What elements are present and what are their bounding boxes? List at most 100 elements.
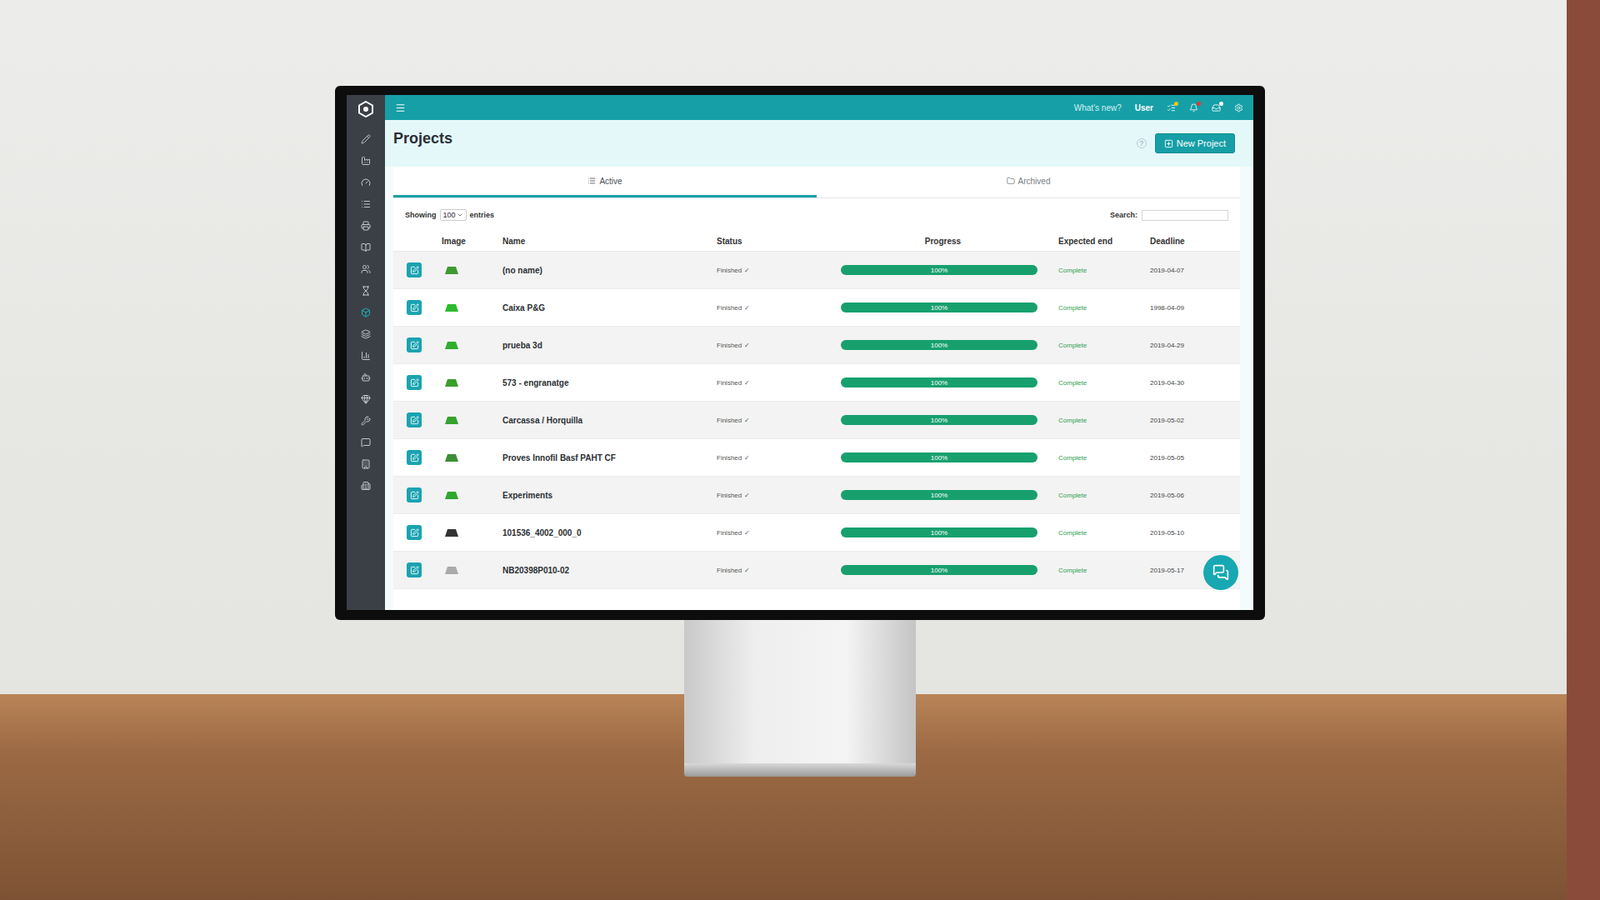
length-label: Showing xyxy=(405,210,437,220)
table-row[interactable]: prueba 3dFinished✓100%Complete2019-04-29 xyxy=(393,326,1240,365)
table-row[interactable]: (no name)Finished✓100%Complete2019-04-07 xyxy=(393,251,1240,290)
new-icon xyxy=(1164,139,1174,149)
progress-cell: 100% xyxy=(830,377,1055,388)
status-mark: ✓ xyxy=(744,341,750,350)
image-cell xyxy=(438,525,500,540)
project-thumbnail xyxy=(441,563,462,577)
notification-button[interactable] xyxy=(1166,103,1176,113)
expected-cell: Complete xyxy=(1055,529,1147,537)
chevron-icon xyxy=(456,211,464,219)
edit-button[interactable] xyxy=(406,337,422,353)
status-cell: Finished✓ xyxy=(713,454,831,462)
whats-new-link[interactable]: What's new? xyxy=(1074,103,1122,113)
column-header[interactable]: Image xyxy=(438,236,500,246)
table-row[interactable]: 101536_4002_000_0Finished✓100%Complete20… xyxy=(393,514,1240,552)
progress-cell: 100% xyxy=(830,452,1055,463)
sidebar-item[interactable] xyxy=(346,304,385,320)
project-thumbnail xyxy=(441,488,462,502)
notification-button[interactable] xyxy=(1211,103,1221,113)
project-thumbnail xyxy=(441,450,462,465)
sidebar-item[interactable] xyxy=(346,390,385,407)
settings-button[interactable] xyxy=(1234,103,1244,113)
edit-button[interactable] xyxy=(406,300,422,315)
column-header[interactable]: Expected end xyxy=(1055,236,1147,246)
sidebar-item[interactable] xyxy=(346,325,385,342)
deadline-cell: 2019-05-05 xyxy=(1146,454,1240,462)
image-cell xyxy=(438,488,500,502)
sidebar-item[interactable] xyxy=(346,369,385,385)
sidebar-item[interactable] xyxy=(346,434,385,450)
deadline-cell: 2019-04-07 xyxy=(1146,266,1240,275)
nav-icon xyxy=(360,372,371,383)
deadline-cell: 2019-04-30 xyxy=(1146,379,1240,387)
edit-icon xyxy=(410,265,420,275)
image-cell xyxy=(438,450,500,465)
name-cell: Experiments xyxy=(499,490,714,500)
sidebar-item[interactable] xyxy=(346,347,385,364)
user-menu[interactable]: User xyxy=(1135,103,1154,113)
edit-button[interactable] xyxy=(406,562,422,578)
edit-icon xyxy=(410,378,420,388)
edit-button[interactable] xyxy=(406,487,422,503)
nav-icon xyxy=(360,264,371,275)
column-header[interactable]: Name xyxy=(499,236,714,246)
progress-bar: 100% xyxy=(840,565,1038,575)
status-cell: Finished✓ xyxy=(713,529,831,537)
status-mark: ✓ xyxy=(744,454,750,462)
sidebar-item[interactable] xyxy=(346,477,385,494)
nav-icon xyxy=(360,459,371,470)
search: Search: xyxy=(1110,210,1229,221)
search-label: Search: xyxy=(1110,210,1138,220)
table-row[interactable]: Proves Innofil Basf PAHT CFFinished✓100%… xyxy=(393,439,1240,477)
sidebar-item[interactable] xyxy=(346,174,385,190)
deadline-cell: 2019-04-29 xyxy=(1146,341,1240,350)
table-row[interactable]: ExperimentsFinished✓100%Complete2019-05-… xyxy=(393,476,1240,515)
expected-cell: Complete xyxy=(1055,341,1147,350)
progress-cell: 100% xyxy=(830,265,1055,275)
chat-button[interactable] xyxy=(1203,555,1239,590)
expected-cell: Complete xyxy=(1055,379,1147,387)
table-row[interactable]: 573 - engranatgeFinished✓100%Complete201… xyxy=(393,364,1240,402)
sidebar-item[interactable] xyxy=(346,412,385,429)
edit-button[interactable] xyxy=(406,262,422,278)
table-row[interactable]: Caixa P&GFinished✓100%Complete1998-04-09 xyxy=(393,289,1240,327)
table-row[interactable]: Carcassa / HorquillaFinished✓100%Complet… xyxy=(393,401,1240,440)
edit-button[interactable] xyxy=(406,412,422,428)
tab[interactable]: Archived xyxy=(816,166,1240,198)
new-project-button[interactable]: New Project xyxy=(1155,133,1235,154)
status-mark: ✓ xyxy=(744,566,750,575)
edit-icon xyxy=(410,565,420,575)
sidebar-item[interactable] xyxy=(346,282,385,299)
edit-icon xyxy=(410,340,420,350)
notification-button[interactable] xyxy=(1189,103,1199,113)
menu-icon[interactable] xyxy=(395,102,406,114)
column-header[interactable]: Progress xyxy=(830,236,1055,246)
nav-icon xyxy=(360,329,371,340)
nav-icon xyxy=(360,415,371,426)
name-cell: Caixa P&G xyxy=(499,303,714,313)
search-input[interactable] xyxy=(1141,210,1229,221)
edit-button[interactable] xyxy=(406,375,422,390)
sidebar-item[interactable] xyxy=(346,152,385,169)
sidebar-item[interactable] xyxy=(346,260,385,277)
sidebar-item[interactable] xyxy=(346,239,385,255)
tab[interactable]: Active xyxy=(393,166,817,198)
edit-icon xyxy=(410,303,420,313)
column-header[interactable]: Status xyxy=(713,236,831,246)
edit-button[interactable] xyxy=(406,450,422,465)
sidebar-item[interactable] xyxy=(346,217,385,234)
help-button[interactable]: ? xyxy=(1136,138,1147,149)
status-cell: Finished✓ xyxy=(713,491,831,500)
column-header[interactable]: Deadline xyxy=(1146,236,1240,246)
logo-icon[interactable] xyxy=(356,100,375,119)
table-row[interactable]: NB20398P010-02Finished✓100%Complete2019-… xyxy=(393,551,1240,590)
status-cell: Finished✓ xyxy=(713,379,831,387)
sidebar-item[interactable] xyxy=(346,130,385,147)
image-cell xyxy=(438,338,500,352)
top-bar-right: What's new? User xyxy=(1074,103,1244,113)
progress-bar: 100% xyxy=(840,302,1038,313)
sidebar-item[interactable] xyxy=(346,455,385,472)
sidebar-item[interactable] xyxy=(346,195,385,212)
length-select[interactable]: 100 xyxy=(440,209,467,221)
edit-button[interactable] xyxy=(406,525,422,540)
